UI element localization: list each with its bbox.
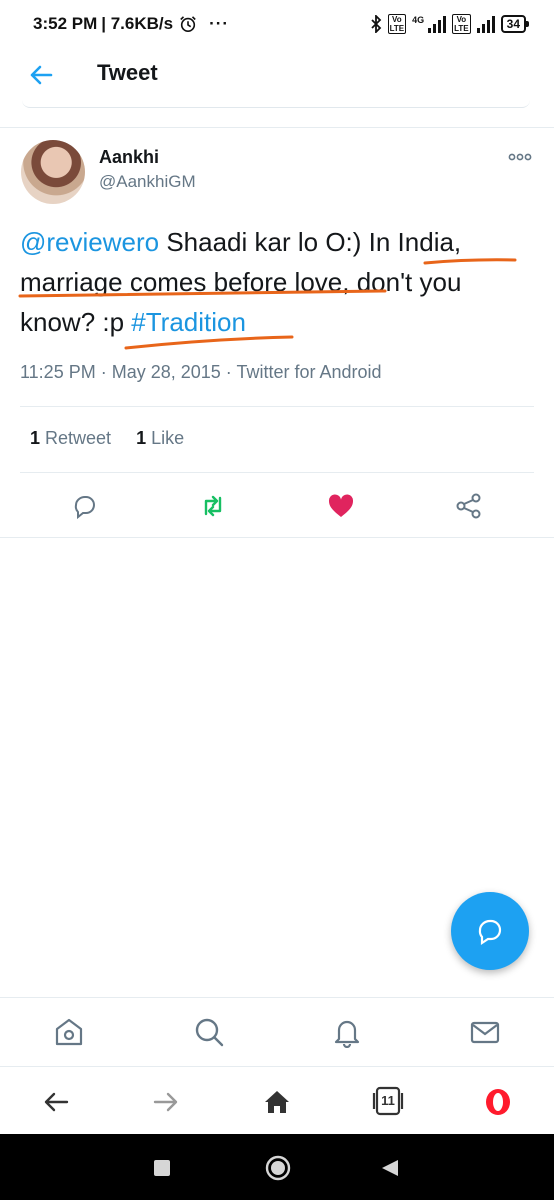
page-title: Tweet [97, 60, 158, 85]
tweet-stats: 1 Retweet 1 Like [30, 428, 184, 449]
compose-button[interactable] [451, 892, 529, 970]
avatar[interactable] [21, 140, 85, 204]
status-more-icon: ··· [209, 14, 230, 33]
volte-icon: Vo LTE [387, 14, 407, 34]
recents-icon[interactable] [154, 1160, 170, 1176]
notifications-icon[interactable] [331, 1016, 363, 1048]
author-handle[interactable]: @AankhiGM [99, 172, 196, 192]
bluetooth-icon [370, 15, 381, 33]
signal-icon-2 [476, 15, 495, 33]
screen: 3:52 PM | 7.6KB/s ··· Vo LTE 4G Vo LTE 34 … [0, 0, 554, 1200]
divider [20, 406, 534, 407]
browser-tabs-button[interactable]: 11 [372, 1085, 404, 1117]
back-arrow-icon[interactable] [28, 62, 54, 88]
browser-back-icon[interactable] [41, 1087, 71, 1117]
hashtag-link[interactable]: #Tradition [131, 307, 246, 337]
divider [0, 127, 554, 128]
alarm-icon [180, 16, 196, 33]
status-bar: 3:52 PM | 7.6KB/s ··· Vo LTE 4G Vo LTE 34 [0, 0, 554, 48]
browser-forward-icon[interactable] [151, 1087, 181, 1117]
share-icon[interactable] [455, 492, 483, 520]
browser-home-icon[interactable] [262, 1087, 292, 1117]
reply-icon[interactable] [71, 492, 99, 520]
bottom-tab-bar [0, 997, 554, 1065]
heart-icon[interactable] [327, 492, 355, 520]
opera-menu-icon[interactable] [483, 1087, 513, 1117]
search-icon[interactable] [193, 1016, 225, 1048]
nav-home-icon[interactable] [264, 1154, 292, 1182]
header-divider [22, 100, 530, 108]
status-right-icons: Vo LTE 4G Vo LTE 34 [370, 14, 530, 34]
like-stat[interactable]: 1 Like [136, 428, 184, 448]
nav-back-icon[interactable] [380, 1158, 400, 1178]
app-header: Tweet [0, 48, 554, 104]
volte-icon-2: Vo LTE [452, 14, 471, 34]
browser-toolbar: 11 [0, 1066, 554, 1134]
signal-icon: 4G [412, 15, 447, 33]
tweet-timestamp: 11:25 PM · May 28, 2015 · Twitter for An… [20, 362, 382, 382]
android-navigation-bar [0, 1134, 554, 1200]
retweet-stat[interactable]: 1 Retweet [30, 428, 111, 448]
battery-icon: 34 [500, 15, 530, 33]
tabs-count: 11 [381, 1093, 395, 1108]
mention-link[interactable]: @reviewero [20, 227, 159, 257]
status-network-speed: | 7.6KB/s [101, 14, 174, 33]
divider [20, 472, 534, 473]
home-icon[interactable] [53, 1016, 85, 1048]
tweet-text: @reviewero Shaadi kar lo O:) In India, m… [20, 222, 530, 342]
divider [0, 537, 554, 538]
tweet-actions [0, 480, 554, 532]
messages-icon[interactable] [469, 1016, 501, 1048]
compose-reply-icon [478, 919, 502, 946]
status-time: 3:52 PM [33, 14, 98, 33]
author-name[interactable]: Aankhi [99, 147, 159, 168]
retweet-icon[interactable] [199, 492, 227, 520]
more-options-icon[interactable] [508, 150, 532, 164]
